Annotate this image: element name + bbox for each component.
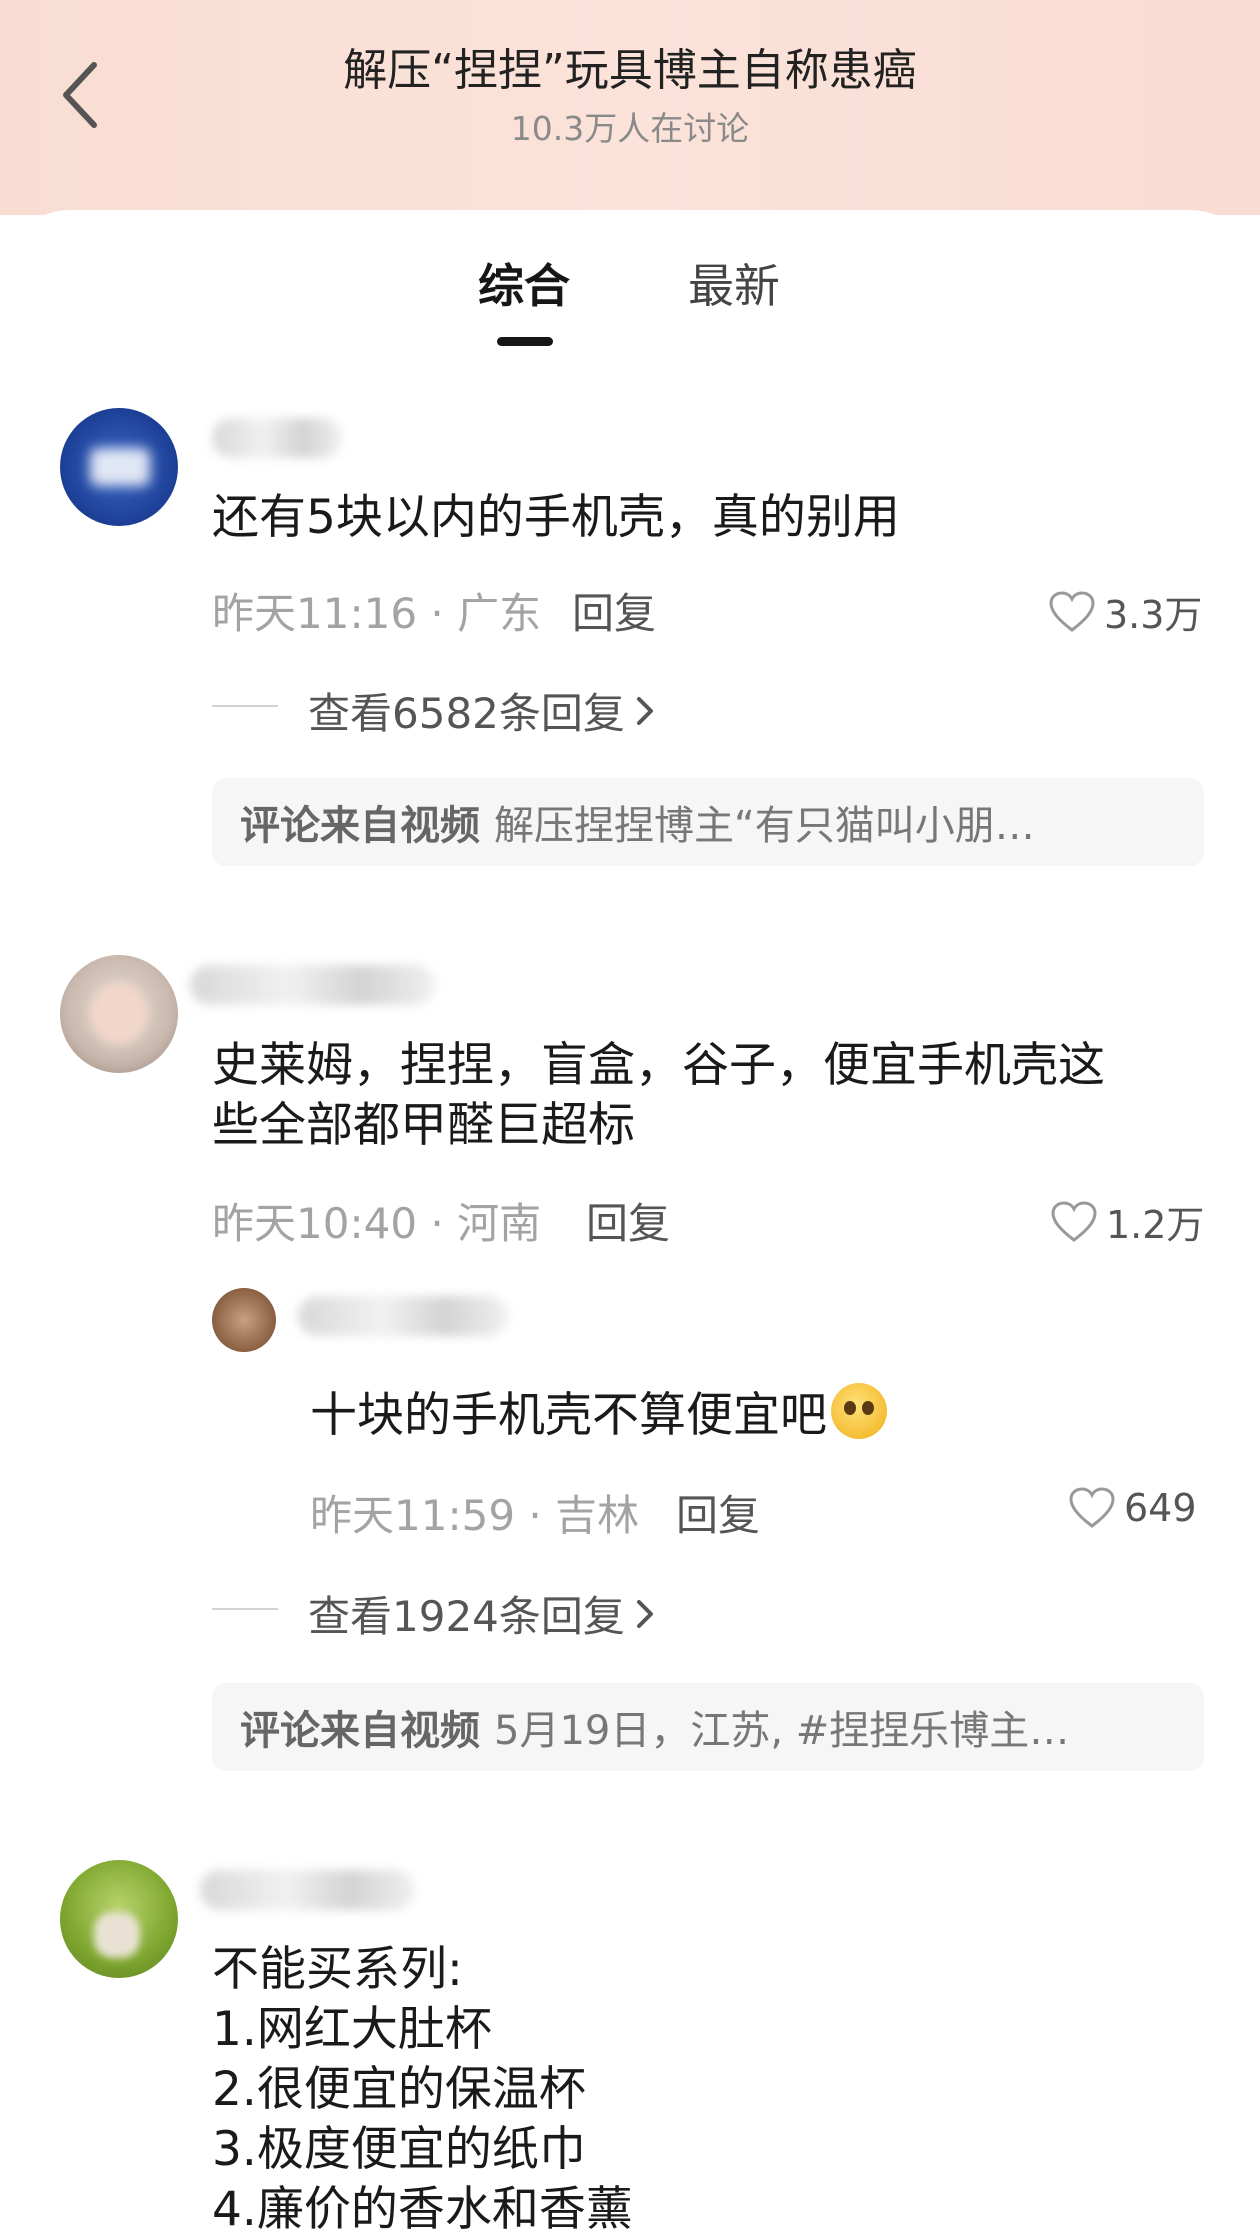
- like-button[interactable]: 1.2万: [1050, 1194, 1204, 1249]
- avatar[interactable]: [60, 408, 178, 526]
- video-source-link[interactable]: 评论来自视频 解压捏捏博主“有只猫叫小朋…: [212, 778, 1204, 866]
- video-source-link[interactable]: 评论来自视频 5月19日，江苏, #捏捏乐博主…: [212, 1683, 1204, 1771]
- chevron-right-icon: [636, 696, 653, 725]
- avatar[interactable]: [60, 1860, 178, 1978]
- like-count: 1.2万: [1106, 1203, 1205, 1247]
- source-text: 解压捏捏博主“有只猫叫小朋…: [494, 803, 1035, 849]
- tab-comprehensive[interactable]: 综合: [478, 250, 570, 316]
- username[interactable]: [298, 1296, 508, 1336]
- reply-text-content: 十块的手机壳不算便宜吧: [310, 1388, 827, 1443]
- username[interactable]: [190, 965, 435, 1005]
- divider: [212, 1608, 278, 1610]
- tab-latest[interactable]: 最新: [688, 250, 780, 316]
- comment-text: 还有5块以内的手机壳，真的别用: [212, 490, 900, 545]
- divider: [212, 705, 278, 707]
- avatar[interactable]: [60, 955, 178, 1073]
- source-text: 5月19日，江苏, #捏捏乐博主…: [494, 1708, 1070, 1754]
- view-replies-label: 查看1924条回复: [308, 1592, 625, 1641]
- tab-active-indicator: [497, 337, 553, 346]
- source-label: 评论来自视频: [240, 1708, 480, 1754]
- page-title: 解压“捏捏”玩具博主自称患癌: [343, 45, 917, 96]
- reply-meta: 昨天11:59 · 吉林: [310, 1491, 640, 1540]
- heart-icon: [1069, 1487, 1115, 1528]
- comment-meta: 昨天10:40 · 河南: [212, 1199, 542, 1248]
- username[interactable]: [200, 1870, 415, 1910]
- reply-button[interactable]: 回复: [572, 580, 656, 641]
- reply-button[interactable]: 回复: [676, 1482, 760, 1543]
- comment-text-line-2: 些全部都甲醛巨超标: [212, 1098, 635, 1153]
- heart-icon: [1049, 590, 1095, 632]
- chevron-right-icon: [636, 1599, 653, 1628]
- view-replies-button[interactable]: 查看1924条回复: [308, 1583, 657, 1644]
- reply-text: 十块的手机壳不算便宜吧: [310, 1383, 887, 1446]
- like-button[interactable]: 649: [1068, 1486, 1197, 1530]
- view-replies-label: 查看6582条回复: [308, 689, 625, 738]
- comment-line: 不能买系列:: [212, 1942, 463, 1997]
- like-count: 3.3万: [1104, 593, 1203, 637]
- view-replies-button[interactable]: 查看6582条回复: [308, 680, 657, 741]
- discussion-count: 10.3万人在讨论: [510, 109, 750, 148]
- comment-text-line-1: 史莱姆，捏捏，盲盒，谷子，便宜手机壳这: [212, 1038, 1105, 1093]
- avatar[interactable]: [212, 1288, 276, 1352]
- comment-line: 2.很便宜的保温杯: [212, 2062, 586, 2117]
- crying-face-icon: [831, 1383, 887, 1439]
- comment-line: 3.极度便宜的纸巾: [212, 2122, 586, 2177]
- like-button[interactable]: 3.3万: [1048, 584, 1202, 639]
- reply-button[interactable]: 回复: [586, 1190, 670, 1251]
- heart-icon: [1051, 1200, 1097, 1242]
- comment-line: 4.廉价的香水和香薰: [212, 2182, 633, 2237]
- like-count: 649: [1124, 1486, 1197, 1530]
- comment-line: 1.网红大肚杯: [212, 2002, 492, 2057]
- username[interactable]: [212, 418, 342, 458]
- source-label: 评论来自视频: [240, 803, 480, 849]
- comment-meta: 昨天11:16 · 广东: [212, 589, 542, 638]
